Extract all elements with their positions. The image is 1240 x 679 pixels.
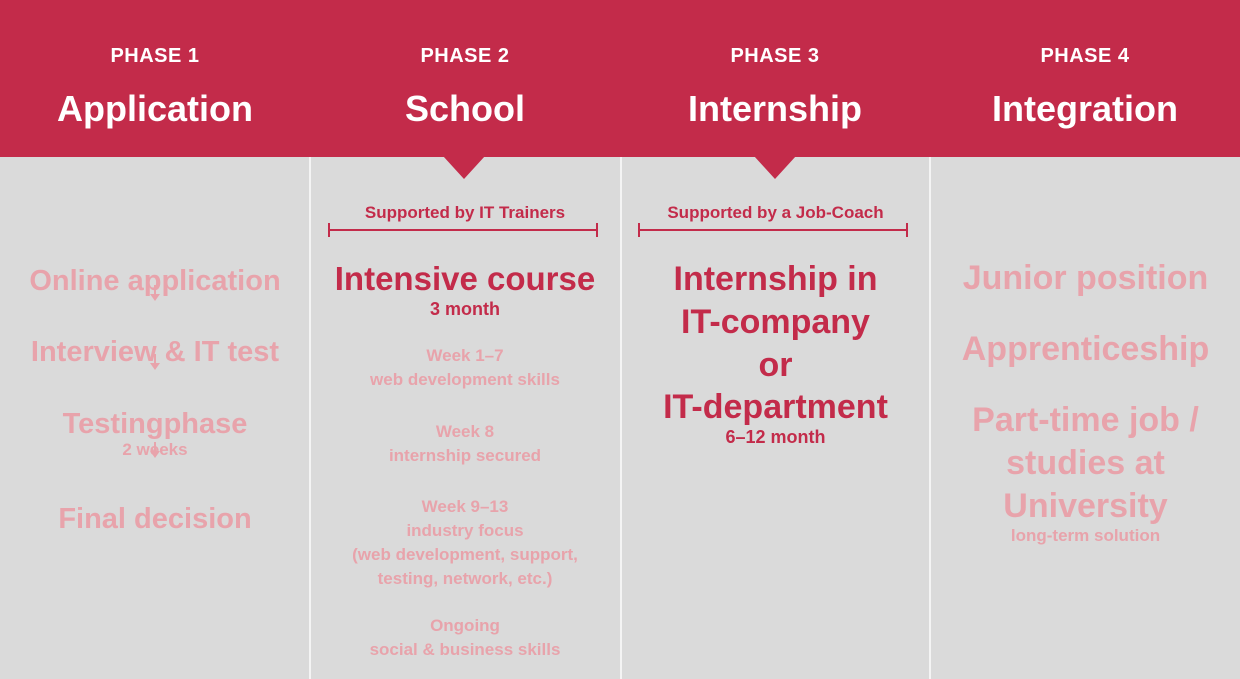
school-item-week-8-desc: internship secured xyxy=(388,446,542,465)
school-main-duration: 3 month xyxy=(430,299,500,319)
integration-part-time-line-3: University xyxy=(1003,487,1168,525)
phase-2-number: PHASE 2 xyxy=(420,45,510,67)
school-item-ongoing-desc: social & business skills xyxy=(369,640,561,659)
internship-line-3: or xyxy=(758,346,793,384)
phase-2-header: PHASE 2 School xyxy=(310,0,620,157)
phase-1-header: PHASE 1 Application xyxy=(0,0,310,157)
school-item-week-9-13-detail-2: testing, network, etc.) xyxy=(377,569,553,588)
school-item-week-1-7: Week 1–7 xyxy=(426,346,504,365)
phase-3-header: PHASE 3 Internship xyxy=(620,0,930,157)
down-arrow-icon xyxy=(150,354,160,370)
school-support-label: Supported by IT Trainers xyxy=(364,203,566,222)
step-final-decision: Final decision xyxy=(58,503,252,535)
internship-line-1: Internship in xyxy=(673,260,878,298)
integration-column: Junior position Apprenticeship Part-time… xyxy=(931,157,1240,679)
internship-line-4: IT-department xyxy=(663,388,888,426)
phase-2-title: School xyxy=(404,88,525,129)
school-column: Supported by IT Trainers Intensive cours… xyxy=(311,157,619,679)
application-column: Online application Interview & IT test T… xyxy=(0,157,310,679)
internship-line-2: IT-company xyxy=(681,303,870,341)
phase-4-header: PHASE 4 Integration xyxy=(930,0,1240,157)
school-item-week-9-13: Week 9–13 xyxy=(421,497,509,516)
integration-apprenticeship: Apprenticeship xyxy=(961,330,1210,368)
integration-long-term-note: long-term solution xyxy=(1010,526,1161,545)
phase-1-title: Application xyxy=(57,88,253,129)
integration-part-time-line-2: studies at xyxy=(1006,444,1165,482)
phase-4-title: Integration xyxy=(992,88,1178,129)
down-arrow-icon xyxy=(150,442,160,458)
internship-column: Supported by a Job-Coach Internship in I… xyxy=(622,157,929,679)
phase-4-number: PHASE 4 xyxy=(1040,45,1130,67)
school-item-ongoing: Ongoing xyxy=(430,616,500,635)
school-support-bracket xyxy=(328,223,598,237)
school-main-title: Intensive course xyxy=(334,260,596,297)
internship-duration: 6–12 month xyxy=(725,427,826,447)
integration-part-time-line-1: Part-time job / xyxy=(972,401,1199,439)
phase-3-number: PHASE 3 xyxy=(730,45,820,67)
school-item-week-8: Week 8 xyxy=(435,422,495,441)
internship-support-label: Supported by a Job-Coach xyxy=(667,203,884,222)
school-item-week-9-13-desc: industry focus xyxy=(406,521,524,540)
integration-junior-position: Junior position xyxy=(962,259,1209,297)
phase-header-band: PHASE 1 Application PHASE 2 School PHASE… xyxy=(0,0,1240,157)
school-item-week-1-7-desc: web development skills xyxy=(370,370,560,389)
phase-1-number: PHASE 1 xyxy=(110,45,200,67)
school-item-week-9-13-detail: (web development, support, xyxy=(352,545,578,564)
down-arrow-icon xyxy=(150,285,160,301)
internship-support-bracket xyxy=(638,223,908,237)
phase-3-title: Internship xyxy=(687,88,862,129)
step-testingphase: Testingphase xyxy=(62,408,248,440)
